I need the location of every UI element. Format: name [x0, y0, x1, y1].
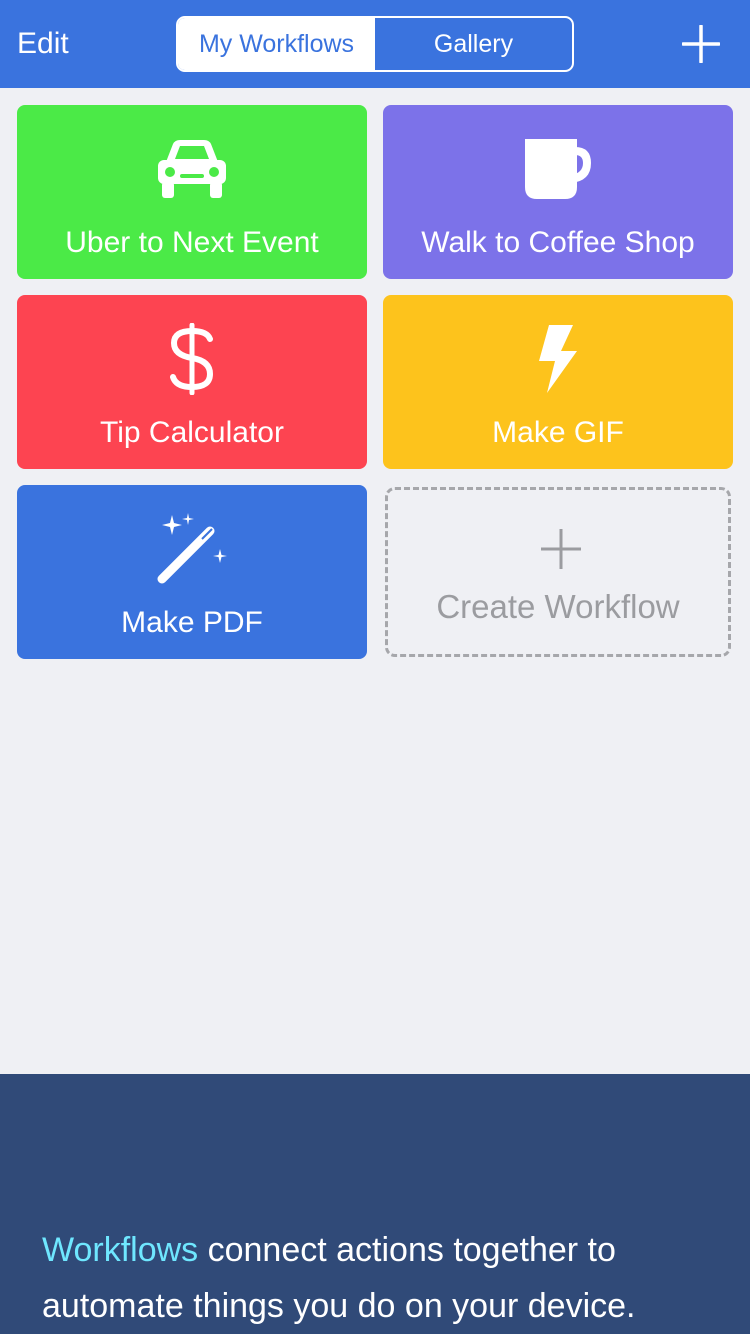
- lightning-icon: [383, 319, 733, 399]
- workflow-label: Walk to Coffee Shop: [421, 226, 695, 259]
- workflow-label: Uber to Next Event: [65, 226, 319, 259]
- workflow-label: Make PDF: [121, 606, 263, 639]
- workflow-tile-uber-to-next-event[interactable]: Uber to Next Event: [17, 105, 367, 279]
- workflow-tile-make-pdf[interactable]: Make PDF: [17, 485, 367, 659]
- car-icon: [17, 129, 367, 209]
- dollar-icon: [17, 319, 367, 399]
- segment-my-workflows[interactable]: My Workflows: [178, 18, 375, 70]
- magic-wand-icon: [17, 509, 367, 589]
- create-workflow-label: Create Workflow: [436, 588, 680, 625]
- info-highlight: Workflows: [42, 1231, 199, 1269]
- add-workflow-button[interactable]: [681, 24, 721, 64]
- edit-button[interactable]: Edit: [17, 24, 69, 64]
- plus-icon: [541, 529, 581, 569]
- plus-icon: [681, 24, 721, 64]
- workflow-label: Tip Calculator: [100, 416, 284, 449]
- info-banner: Workflows connect actions together to au…: [0, 1074, 750, 1334]
- workflow-label: Make GIF: [492, 416, 624, 449]
- create-workflow-tile[interactable]: Create Workflow: [385, 487, 731, 657]
- navigation-bar: Edit My Workflows Gallery: [0, 0, 750, 88]
- coffee-mug-icon: [383, 129, 733, 209]
- info-text: Workflows connect actions together to au…: [42, 1222, 732, 1334]
- workflows-segmented-control: My Workflows Gallery: [176, 16, 574, 72]
- workflow-tile-walk-to-coffee-shop[interactable]: Walk to Coffee Shop: [383, 105, 733, 279]
- workflow-tile-make-gif[interactable]: Make GIF: [383, 295, 733, 469]
- workflow-tile-tip-calculator[interactable]: Tip Calculator: [17, 295, 367, 469]
- segment-gallery[interactable]: Gallery: [375, 18, 572, 70]
